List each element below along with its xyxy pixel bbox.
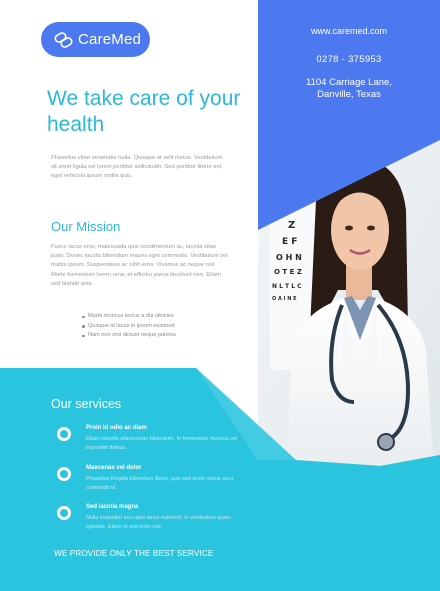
doctor-photo: Z E F O H N O T E Z N L T L C O A I N E [258, 140, 440, 470]
flyer-page: Z E F O H N O T E Z N L T L C O A I N E [0, 0, 440, 591]
page-headline: We take care of your health [47, 87, 241, 136]
service-name: Maecenas vel dolor [86, 465, 142, 471]
service-name: Proin id odio ac diam [86, 425, 147, 431]
doctor-illustration: Z E F O H N O T E Z N L T L C O A I N E [258, 140, 440, 470]
services-tagline: WE PROVIDE ONLY THE BEST SERVICE [54, 549, 214, 558]
circle-icon [57, 427, 71, 441]
phone-text: 0278 - 375953 [316, 54, 382, 65]
mission-heading: Our Mission [51, 219, 121, 234]
svg-text:O T E Z: O T E Z [274, 268, 302, 276]
mission-paragraph: Fusce lacus eros, malesuada quis condime… [51, 244, 228, 287]
brand-logo: CareMed [41, 22, 150, 57]
circle-icon [57, 506, 71, 520]
service-name: Sed lacinia magna [86, 504, 139, 510]
svg-text:E F: E F [282, 237, 297, 247]
service-description: Etiam lobortis ullamcorper bibendum. In … [86, 436, 238, 451]
svg-text:Z: Z [288, 220, 295, 231]
circle-icon [57, 467, 71, 481]
service-description: Phasellus fringilla bibendum libero, qui… [86, 476, 234, 491]
service-description: Nulla imperdiet arcu quis lacus euismod,… [86, 515, 231, 530]
pill-capsule-icon [54, 31, 73, 48]
mission-bullet-list: Morbi rhoncus lectus a dui ultricies Qui… [82, 312, 232, 341]
brand-name: CareMed [78, 31, 142, 48]
list-item: Quisque id lacus in ipsum euismod [82, 322, 232, 332]
address-text: 1104 Carriage Lane, Danville, Texas [306, 77, 392, 100]
website-text: www.caremed.com [310, 26, 388, 36]
list-item: Morbi rhoncus lectus a dui ultricies [82, 312, 232, 322]
services-heading: Our services [51, 397, 122, 411]
list-item: Nam non orci dictum neque pulvina [82, 331, 232, 341]
svg-text:N L T L C: N L T L C [272, 283, 302, 290]
svg-text:O H N: O H N [276, 253, 302, 262]
intro-paragraph: Phasellus vitae venenatis nulla. Quisque… [51, 155, 223, 180]
svg-text:O A I N E: O A I N E [272, 296, 297, 302]
